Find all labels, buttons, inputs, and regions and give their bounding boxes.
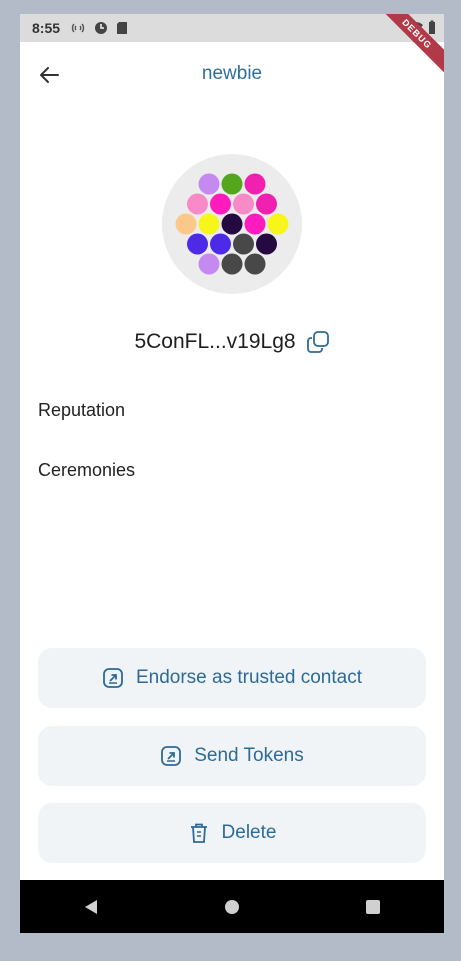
copy-address-button[interactable]: [306, 330, 330, 354]
external-link-square-icon: [103, 668, 123, 688]
identicon-dot: [187, 233, 208, 255]
identicon-dot: [233, 233, 254, 255]
square-recents-icon: [366, 899, 381, 914]
identicon-dot: [198, 213, 220, 235]
avatar: [162, 154, 302, 294]
nav-recents-button[interactable]: [353, 887, 393, 927]
battery-icon: [429, 20, 435, 34]
data-saver-icon: [95, 22, 108, 34]
identicon-dot: [187, 193, 208, 215]
send-tokens-button[interactable]: Send Tokens: [38, 726, 426, 786]
back-button[interactable]: [34, 60, 64, 90]
identicon-dot: [244, 173, 266, 195]
sd-card-icon: [117, 22, 128, 34]
triangle-back-icon: [84, 899, 97, 914]
identicon-dot: [267, 213, 289, 235]
nav-back-button[interactable]: [71, 887, 111, 927]
status-time: 8:55: [32, 20, 61, 36]
identicon-dot: [256, 233, 277, 255]
identicon: [175, 173, 289, 275]
external-link-square-icon: [161, 746, 182, 766]
delete-label: Delete: [221, 822, 277, 843]
identicon-dot: [198, 253, 220, 275]
identicon-dot: [244, 253, 266, 275]
address-row: 5ConFL...v19Lg8: [20, 325, 444, 359]
identicon-dot: [221, 213, 243, 235]
copy-icon: [306, 331, 329, 353]
circle-home-icon: [224, 899, 239, 914]
identicon-dot: [210, 233, 231, 255]
android-nav-bar: [20, 880, 444, 933]
signal-waves-icon: [71, 23, 85, 33]
identicon-dot: [244, 213, 266, 235]
delete-button[interactable]: Delete: [38, 803, 426, 863]
status-bar: 8:55 DEBUG: [20, 14, 444, 79]
identicon-dot: [256, 193, 277, 215]
send-tokens-label: Send Tokens: [194, 745, 304, 766]
identicon-dot: [175, 213, 197, 235]
identicon-dot: [221, 173, 243, 195]
identicon-dot: [210, 193, 231, 215]
arrow-left-icon: [40, 67, 59, 83]
ceremonies-heading: Ceremonies: [38, 460, 136, 480]
trash-icon: [190, 823, 207, 843]
identicon-dot: [233, 193, 254, 215]
identicon-dot: [221, 253, 243, 275]
endorse-label: Endorse as trusted contact: [135, 667, 362, 688]
reputation-heading: Reputation: [38, 400, 126, 420]
nav-home-button[interactable]: [212, 887, 252, 927]
phone-screen: 8:55 DEBUG newbie 5ConFL...v19Lg8 Reputa…: [20, 14, 444, 933]
app-bar: newbie: [20, 42, 444, 106]
page-title: newbie: [201, 63, 263, 84]
endorse-button[interactable]: Endorse as trusted contact: [38, 648, 426, 708]
account-address: 5ConFL...v19Lg8: [134, 330, 296, 353]
identicon-dot: [198, 173, 220, 195]
